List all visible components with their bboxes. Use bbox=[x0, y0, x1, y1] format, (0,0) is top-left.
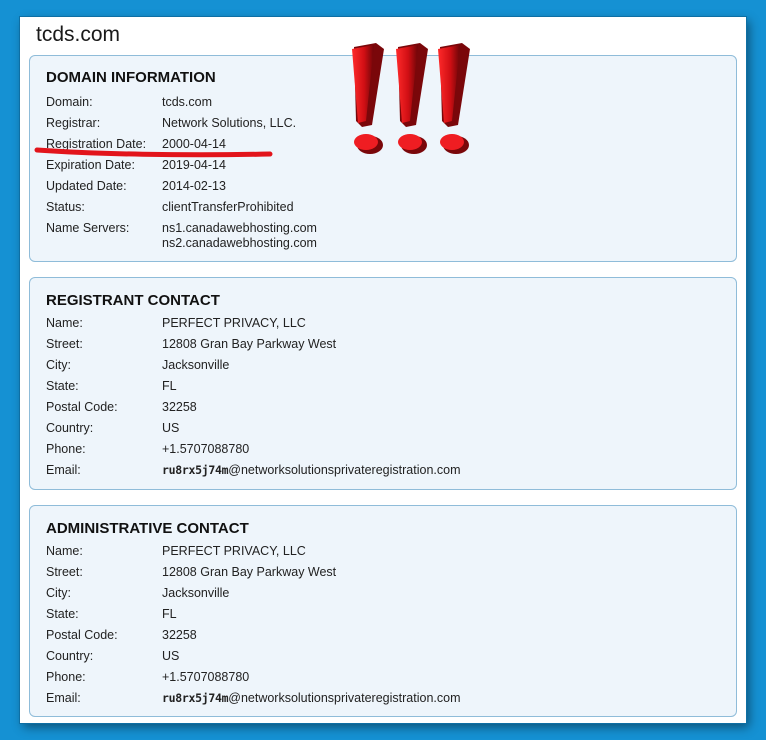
row-label: City: bbox=[46, 586, 71, 600]
row-label: Postal Code: bbox=[46, 628, 118, 642]
exclamation-mark-icon bbox=[438, 43, 470, 154]
row-label: State: bbox=[46, 607, 79, 621]
row-label: Name: bbox=[46, 316, 83, 330]
row-value: Network Solutions, LLC. bbox=[162, 116, 297, 130]
row-value: FL bbox=[162, 607, 177, 621]
row-label: Country: bbox=[46, 649, 94, 663]
administrative-contact-panel: ADMINISTRATIVE CONTACT Name: PERFECT PRI… bbox=[29, 505, 737, 717]
row-label: Updated Date: bbox=[46, 179, 127, 193]
row-label: Domain: bbox=[46, 95, 93, 109]
panel-heading: ADMINISTRATIVE CONTACT bbox=[46, 520, 249, 537]
exclamation-mark-icon bbox=[396, 43, 428, 154]
row-value: US bbox=[162, 649, 180, 663]
row-value: US bbox=[162, 421, 180, 435]
registrant-contact-panel: REGISTRANT CONTACT Name: PERFECT PRIVACY… bbox=[29, 277, 737, 490]
row-value: 2014-02-13 bbox=[162, 179, 226, 193]
whois-page: tcds.com DOMAIN INFORMATION Domain: tcds… bbox=[20, 17, 746, 723]
row-value: ns1.canadawebhosting.com ns2.canadawebho… bbox=[162, 221, 317, 251]
site-title: tcds.com bbox=[36, 23, 121, 46]
row-label: Name: bbox=[46, 544, 83, 558]
row-label: Email: bbox=[46, 463, 81, 477]
row-value: 32258 bbox=[162, 628, 197, 642]
row-value: Jacksonville bbox=[162, 358, 230, 372]
row-value: 12808 Gran Bay Parkway West bbox=[162, 337, 337, 351]
row-label: Status: bbox=[46, 200, 85, 214]
red-highlight-underline bbox=[34, 147, 273, 158]
row-value: +1.5707088780 bbox=[162, 442, 250, 456]
row-value: PERFECT PRIVACY, LLC bbox=[162, 544, 306, 558]
row-label: Phone: bbox=[46, 442, 86, 456]
exclamation-marks-group bbox=[352, 43, 470, 154]
panel-heading: REGISTRANT CONTACT bbox=[46, 292, 220, 309]
email-user-obfuscated: ru8rx5j74m bbox=[162, 691, 229, 705]
row-label: Postal Code: bbox=[46, 400, 118, 414]
row-value: 12808 Gran Bay Parkway West bbox=[162, 565, 337, 579]
row-value: clientTransferProhibited bbox=[162, 200, 294, 214]
row-label: City: bbox=[46, 358, 71, 372]
panel-heading: DOMAIN INFORMATION bbox=[46, 69, 216, 86]
row-label: Expiration Date: bbox=[46, 158, 135, 172]
row-value: 2019-04-14 bbox=[162, 158, 226, 172]
row-label: State: bbox=[46, 379, 79, 393]
row-value: +1.5707088780 bbox=[162, 670, 250, 684]
name-server-2: ns2.canadawebhosting.com bbox=[162, 236, 317, 250]
row-value: PERFECT PRIVACY, LLC bbox=[162, 316, 306, 330]
row-label: Name Servers: bbox=[46, 221, 130, 235]
row-label: Street: bbox=[46, 565, 83, 579]
email-domain: @networksolutionsprivateregistration.com bbox=[228, 463, 461, 477]
row-value: tcds.com bbox=[162, 95, 213, 109]
row-value: Jacksonville bbox=[162, 586, 230, 600]
name-server-1: ns1.canadawebhosting.com bbox=[162, 221, 317, 235]
row-label: Street: bbox=[46, 337, 83, 351]
row-value: FL bbox=[162, 379, 177, 393]
email-domain: @networksolutionsprivateregistration.com bbox=[228, 691, 461, 705]
row-value: 32258 bbox=[162, 400, 197, 414]
email-value: ru8rx5j74m@networksolutionsprivateregist… bbox=[162, 691, 460, 705]
email-value: ru8rx5j74m@networksolutionsprivateregist… bbox=[162, 463, 460, 477]
row-label: Country: bbox=[46, 421, 94, 435]
row-label: Phone: bbox=[46, 670, 86, 684]
exclamation-mark-icon bbox=[352, 43, 384, 154]
row-label: Email: bbox=[46, 691, 81, 705]
row-label: Registrar: bbox=[46, 116, 101, 130]
email-user-obfuscated: ru8rx5j74m bbox=[162, 463, 229, 477]
